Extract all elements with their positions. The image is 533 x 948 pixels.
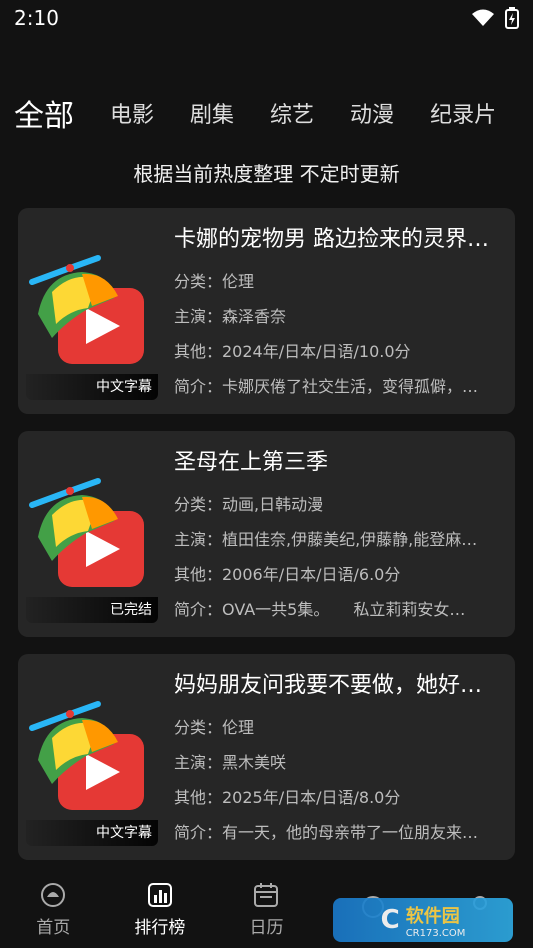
list-item[interactable]: 已完结 圣母在上第三季 分类：动画,日韩动漫 主演：植田佳奈,伊藤美纪,伊藤静,… (18, 431, 515, 637)
item-category: 分类：伦理 (174, 718, 255, 737)
item-title: 圣母在上第三季 (174, 450, 329, 475)
status-icons (471, 7, 519, 29)
poster-image: 中文字幕 (26, 222, 158, 400)
tab-all[interactable]: 全部 (14, 91, 74, 135)
poster-image: 已完结 (26, 445, 158, 623)
watermark-main: 软件园 (405, 905, 460, 927)
nav-calendar[interactable]: 日历 (216, 881, 316, 938)
item-info: 妈妈朋友问我要不要做，她好… 分类：伦理 主演：黑木美咲 其他：2025年/日本… (174, 668, 504, 850)
app-logo-icon (29, 255, 144, 364)
ranking-icon (147, 882, 172, 907)
watermark-logo-icon: C (380, 905, 400, 935)
nav-home[interactable]: 首页 (3, 881, 103, 938)
calendar-icon (254, 882, 279, 907)
item-title: 卡娜的宠物男 路边捡来的灵界… (174, 227, 489, 252)
item-intro: 简介：有一天，他的母亲带了一位朋友来… (174, 823, 479, 842)
item-category: 分类：伦理 (174, 272, 255, 291)
watermark-sub: CR173.COM (405, 927, 466, 939)
item-category: 分类：动画,日韩动漫 (174, 495, 324, 514)
item-other: 其他：2025年/日本/日语/8.0分 (174, 788, 401, 807)
tab-anime[interactable]: 动漫 (350, 97, 394, 129)
tab-series[interactable]: 剧集 (190, 97, 234, 129)
nav-ranking[interactable]: 排行榜 (110, 881, 210, 938)
list-item[interactable]: 中文字幕 妈妈朋友问我要不要做，她好… 分类：伦理 主演：黑木美咲 其他：202… (18, 654, 515, 860)
item-intro: 简介：OVA一共5集。 私立莉莉安女… (174, 600, 466, 619)
nav-ranking-label: 排行榜 (134, 917, 186, 938)
item-other: 其他：2024年/日本/日语/10.0分 (174, 342, 411, 361)
ranking-subtitle: 根据当前热度整理 不定时更新 (133, 162, 400, 186)
item-info: 卡娜的宠物男 路边捡来的灵界… 分类：伦理 主演：森泽香奈 其他：2024年/日… (174, 222, 504, 404)
battery-icon (505, 7, 519, 29)
status-time: 2:10 (14, 6, 59, 30)
item-intro: 简介：卡娜厌倦了社交生活，变得孤僻，… (174, 377, 479, 396)
app-logo-icon (29, 478, 144, 587)
category-tabs: 全部 电影 剧集 综艺 动漫 纪录片 (0, 88, 533, 138)
item-cast: 主演：黑木美咲 (174, 753, 287, 772)
wifi-icon (472, 9, 494, 26)
item-other: 其他：2006年/日本/日语/6.0分 (174, 565, 401, 584)
site-watermark: C 软件园 CR173.COM (333, 898, 513, 942)
ranking-list: 中文字幕 卡娜的宠物男 路边捡来的灵界… 分类：伦理 主演：森泽香奈 其他：20… (18, 208, 515, 877)
tab-documentary[interactable]: 纪录片 (430, 97, 496, 129)
tab-movies[interactable]: 电影 (110, 97, 154, 129)
item-cast: 主演：植田佳奈,伊藤美纪,伊藤静,能登麻… (174, 530, 478, 549)
poster-tag: 中文字幕 (26, 820, 158, 846)
app-logo-icon (29, 701, 144, 810)
home-icon (41, 882, 66, 907)
item-cast: 主演：森泽香奈 (174, 307, 287, 326)
status-bar: 2:10 (0, 0, 533, 36)
tab-variety[interactable]: 综艺 (270, 97, 314, 129)
poster-image: 中文字幕 (26, 668, 158, 846)
poster-tag: 已完结 (26, 597, 158, 623)
list-item[interactable]: 中文字幕 卡娜的宠物男 路边捡来的灵界… 分类：伦理 主演：森泽香奈 其他：20… (18, 208, 515, 414)
item-info: 圣母在上第三季 分类：动画,日韩动漫 主演：植田佳奈,伊藤美纪,伊藤静,能登麻…… (174, 445, 504, 627)
nav-home-label: 首页 (36, 917, 71, 938)
nav-calendar-label: 日历 (249, 917, 284, 938)
poster-tag: 中文字幕 (26, 374, 158, 400)
item-title: 妈妈朋友问我要不要做，她好… (174, 673, 483, 698)
